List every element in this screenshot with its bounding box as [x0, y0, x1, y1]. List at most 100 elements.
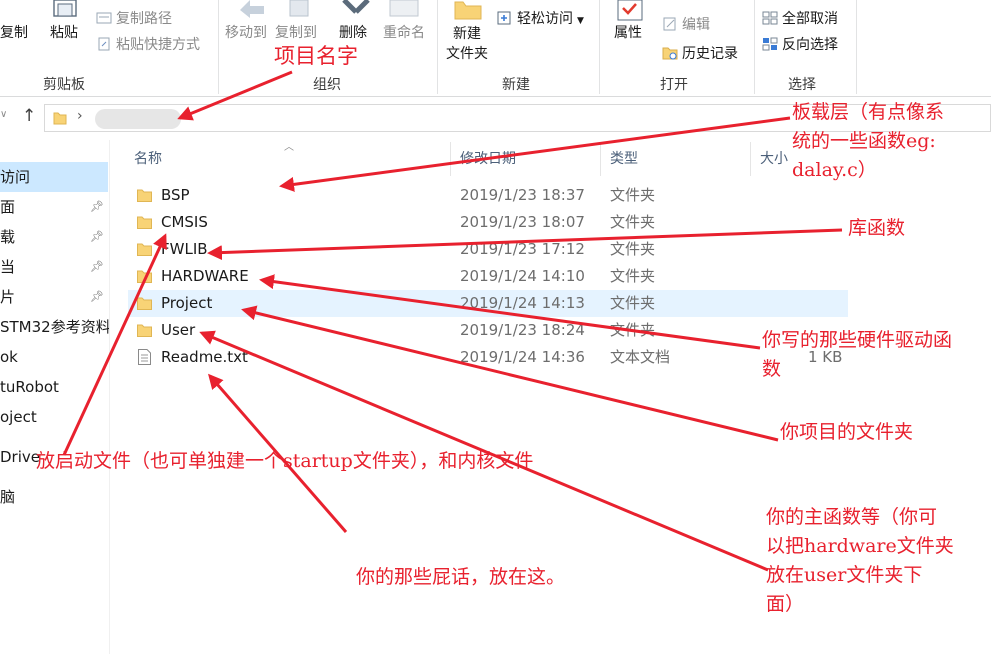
nav-item-turobot[interactable]: tuRobot: [0, 372, 108, 402]
file-row-user[interactable]: User 2019/1/23 18:24 文件夹: [128, 317, 848, 344]
paste-shortcut-button[interactable]: 粘贴快捷方式: [96, 34, 200, 54]
easy-access-label: 轻松访问: [517, 11, 573, 27]
easy-access-button[interactable]: 轻松访问 ▼: [497, 8, 584, 28]
select-none-button[interactable]: 全部取消: [762, 8, 838, 28]
nav-item-ok[interactable]: ok: [0, 342, 108, 372]
nav-item-this-pc[interactable]: 脑: [0, 482, 108, 512]
nav-item-label: 脑: [0, 488, 16, 506]
column-header-type[interactable]: 类型: [610, 148, 638, 168]
navigation-pane: 访问 面 📌︎ 载 📌︎ 当 📌︎ 片 📌︎ STM32参考资料 ok tuRobot …: [0, 140, 110, 654]
history-button[interactable]: 历史记录: [662, 43, 738, 63]
column-divider[interactable]: [750, 142, 751, 176]
column-header-date[interactable]: 修改日期: [460, 148, 516, 168]
sort-ascending-icon: ︿: [284, 142, 294, 153]
pin-icon: 📌︎: [90, 290, 104, 303]
properties-icon: [617, 0, 643, 21]
file-name: HARDWARE: [161, 267, 249, 285]
file-row-hardware[interactable]: HARDWARE 2019/1/24 14:10 文件夹: [128, 263, 848, 290]
file-date: 2019/1/23 18:37: [460, 186, 585, 204]
folder-icon: [137, 189, 152, 202]
annotation-fwlib: 库函数: [848, 217, 906, 239]
nav-item-label: Drive: [0, 448, 40, 466]
annotation-hardware-line1: 你写的那些硬件驱动函: [762, 329, 953, 351]
group-divider: [437, 0, 438, 94]
copy-path-icon: [96, 12, 112, 24]
file-type: 文件夹: [610, 321, 656, 339]
rename-button[interactable]: 重命名: [383, 23, 425, 44]
delete-button[interactable]: 删除: [339, 23, 367, 44]
nav-item-label: 面: [0, 198, 16, 216]
nav-item-pictures[interactable]: 片 📌︎: [0, 282, 108, 312]
nav-item-downloads[interactable]: 载 📌︎: [0, 222, 108, 252]
invert-selection-button[interactable]: 反向选择: [762, 34, 838, 54]
group-divider: [856, 0, 857, 94]
folder-icon: [137, 297, 152, 310]
move-to-icon: [240, 0, 264, 18]
annotation-project-name: 项目名字: [274, 44, 358, 68]
column-header-name[interactable]: 名称: [134, 148, 162, 168]
nav-item-project[interactable]: oject: [0, 402, 108, 432]
paste-shortcut-label: 粘贴快捷方式: [116, 37, 200, 53]
column-divider[interactable]: [600, 142, 601, 176]
copy-button[interactable]: 复制: [0, 23, 28, 44]
nav-item-stm32-reference[interactable]: STM32参考资料: [0, 312, 110, 342]
rename-icon: [389, 0, 419, 17]
new-group-label: 新建: [502, 77, 530, 93]
annotation-cmsis: 放启动文件（也可单独建一个startup文件夹），和内核文件: [36, 450, 534, 472]
nav-item-label: STM32参考资料: [0, 318, 110, 336]
new-folder-button[interactable]: 新建 文件夹: [446, 24, 488, 64]
select-group-label: 选择: [788, 77, 816, 93]
file-row-fwlib[interactable]: FWLIB 2019/1/23 17:12 文件夹: [128, 236, 848, 263]
easy-access-icon: [497, 11, 511, 25]
edit-label: 编辑: [682, 17, 710, 33]
folder-icon: [137, 270, 152, 283]
folder-icon: [137, 216, 152, 229]
copy-path-button[interactable]: 复制路径: [96, 8, 172, 28]
file-type: 文本文档: [610, 348, 671, 366]
file-type: 文件夹: [610, 267, 656, 285]
column-divider[interactable]: [450, 142, 451, 176]
file-type: 文件夹: [610, 240, 656, 258]
nav-item-quick-access[interactable]: 访问: [0, 162, 108, 192]
edit-button[interactable]: 编辑: [662, 14, 710, 34]
file-row-project[interactable]: Project 2019/1/24 14:13 文件夹: [128, 290, 848, 317]
dropdown-arrow-icon: ▼: [577, 16, 584, 26]
invert-selection-icon: [762, 37, 778, 51]
history-label: 历史记录: [682, 46, 738, 62]
copy-to-button[interactable]: 复制到: [275, 23, 317, 44]
annotation-readme: 你的那些屁话，放在这。: [356, 566, 566, 588]
select-none-label: 全部取消: [782, 11, 838, 27]
properties-button[interactable]: 属性: [614, 23, 642, 44]
chevron-down-icon[interactable]: ∨: [0, 109, 7, 120]
ribbon: 复制 粘贴 复制路径 粘贴快捷方式 剪贴板 移动到 复制到 删除 重命名 组织 …: [0, 0, 991, 97]
file-name: Readme.txt: [161, 348, 248, 366]
file-row-readme[interactable]: Readme.txt 2019/1/24 14:36 文本文档 1 KB: [128, 344, 848, 371]
file-name: User: [161, 321, 196, 339]
move-to-button[interactable]: 移动到: [225, 23, 267, 44]
nav-item-documents[interactable]: 当 📌︎: [0, 252, 108, 282]
annotation-bsp-line2: 统的一些函数eg:: [792, 130, 936, 152]
nav-item-label: tuRobot: [0, 378, 59, 396]
organize-group-label: 组织: [313, 77, 341, 93]
annotation-project-folder: 你项目的文件夹: [780, 421, 914, 443]
file-row-cmsis[interactable]: CMSIS 2019/1/23 18:07 文件夹: [128, 209, 848, 236]
pin-icon: 📌︎: [90, 260, 104, 273]
annotation-user-line4: 面）: [766, 593, 805, 615]
nav-item-label: 载: [0, 228, 16, 246]
annotation-bsp-line1: 板载层（有点像系: [792, 101, 945, 123]
nav-item-desktop[interactable]: 面 📌︎: [0, 192, 108, 222]
group-divider: [599, 0, 600, 94]
text-file-icon: [138, 349, 151, 365]
annotation-user-line1: 你的主函数等（你可: [766, 506, 938, 528]
up-arrow-icon[interactable]: ↑: [22, 106, 36, 126]
file-date: 2019/1/23 18:07: [460, 213, 585, 231]
paste-button[interactable]: 粘贴: [50, 23, 78, 44]
file-name: FWLIB: [161, 240, 208, 258]
column-header-size[interactable]: 大小: [760, 148, 788, 168]
folder-icon: [137, 324, 152, 337]
file-type: 文件夹: [610, 186, 656, 204]
pin-icon: 📌︎: [90, 200, 104, 213]
file-date: 2019/1/24 14:36: [460, 348, 585, 366]
group-divider: [218, 0, 219, 94]
file-row-bsp[interactable]: BSP 2019/1/23 18:37 文件夹: [128, 182, 848, 209]
